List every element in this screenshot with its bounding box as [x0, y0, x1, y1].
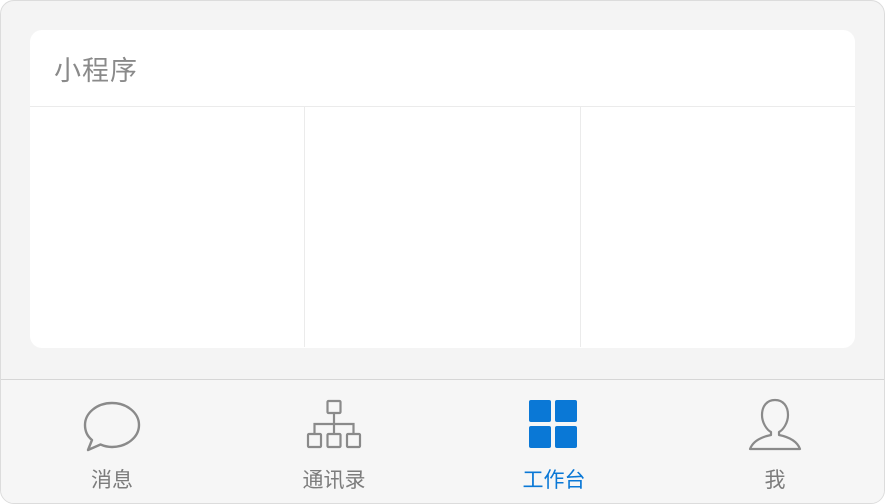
mini-programs-card: 小程序 — [30, 30, 855, 348]
tab-me[interactable]: 我 — [715, 380, 835, 503]
mini-programs-title: 小程序 — [54, 55, 138, 87]
person-icon — [745, 396, 805, 454]
org-chart-icon — [304, 396, 364, 454]
chat-bubble-icon — [82, 396, 142, 454]
mini-programs-header: 小程序 — [30, 30, 855, 107]
mini-program-slot[interactable] — [581, 107, 855, 347]
grid-apps-icon — [524, 396, 584, 454]
tab-me-label: 我 — [764, 468, 786, 492]
tab-contacts[interactable]: 通讯录 — [274, 380, 394, 503]
mini-program-slot[interactable] — [30, 107, 306, 347]
app-window: 小程序 消息 通讯录 工作台 我 — [0, 0, 885, 504]
tab-workbench[interactable]: 工作台 — [494, 380, 614, 503]
tab-contacts-label: 通讯录 — [302, 468, 366, 492]
bottom-tab-bar: 消息 通讯录 工作台 我 — [1, 379, 884, 503]
mini-program-slot[interactable] — [305, 107, 581, 347]
mini-programs-grid — [30, 107, 855, 347]
tab-messages[interactable]: 消息 — [52, 380, 172, 503]
tab-workbench-label: 工作台 — [522, 468, 586, 492]
tab-messages-label: 消息 — [91, 468, 133, 492]
